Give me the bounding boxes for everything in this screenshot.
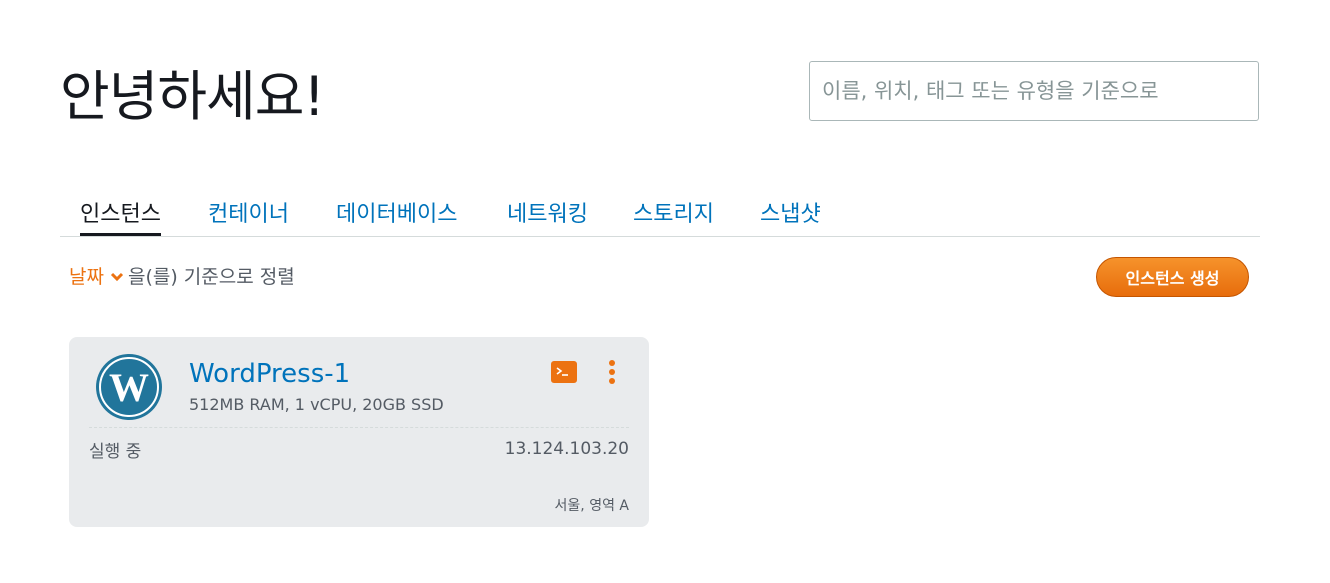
card-divider xyxy=(89,427,629,428)
tab-containers[interactable]: 컨테이너 xyxy=(208,196,289,236)
tab-databases[interactable]: 데이터베이스 xyxy=(336,196,457,236)
tab-instances[interactable]: 인스턴스 xyxy=(80,196,161,236)
instance-ip: 13.124.103.20 xyxy=(504,439,629,459)
instance-card: W WordPress-1 512MB RAM, 1 vCPU, 20GB SS… xyxy=(69,337,649,527)
tab-storage[interactable]: 스토리지 xyxy=(633,196,714,236)
tab-snapshots[interactable]: 스냅샷 xyxy=(760,196,821,236)
search-input[interactable] xyxy=(809,61,1259,121)
sort-control: 날짜 을(를) 기준으로 정렬 xyxy=(69,262,295,289)
chevron-down-icon xyxy=(110,265,124,287)
create-instance-button[interactable]: 인스턴스 생성 xyxy=(1096,257,1249,297)
more-vertical-icon[interactable] xyxy=(605,359,619,385)
greeting: 안녕하세요! xyxy=(60,65,325,128)
tab-bar: 인스턴스 컨테이너 데이터베이스 네트워킹 스토리지 스냅샷 xyxy=(60,188,1260,237)
terminal-icon[interactable] xyxy=(551,361,577,383)
sort-field-dropdown[interactable]: 날짜 xyxy=(69,262,128,289)
tab-networking[interactable]: 네트워킹 xyxy=(507,196,588,236)
instance-spec: 512MB RAM, 1 vCPU, 20GB SSD xyxy=(189,395,444,414)
instance-name-link[interactable]: WordPress-1 xyxy=(189,359,350,389)
sort-suffix: 을(를) 기준으로 정렬 xyxy=(127,266,295,288)
svg-text:W: W xyxy=(109,365,149,410)
instance-region: 서울, 영역 A xyxy=(554,498,629,514)
sort-field-label: 날짜 xyxy=(69,266,104,288)
wordpress-logo: W xyxy=(95,353,163,421)
instance-state: 실행 중 xyxy=(89,442,142,462)
